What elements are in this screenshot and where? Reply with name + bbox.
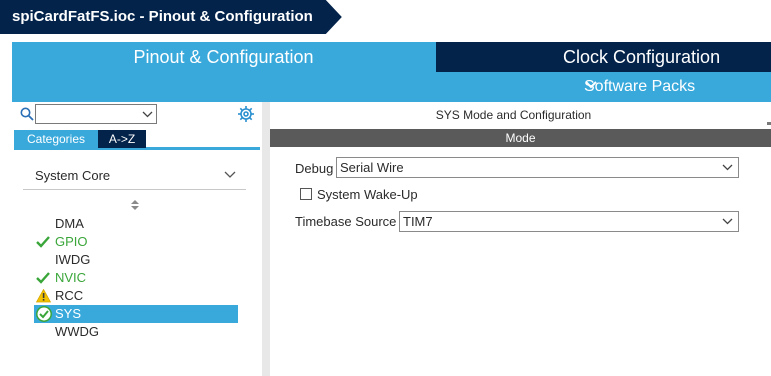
tab-clock-configuration[interactable]: Clock Configuration xyxy=(436,42,771,72)
chevron-down-icon[interactable] xyxy=(142,111,153,118)
debug-select-value: Serial Wire xyxy=(340,160,404,175)
list-item-label: SYS xyxy=(55,306,82,321)
debug-select[interactable]: Serial Wire xyxy=(336,157,739,178)
panel-title: SYS Mode and Configuration xyxy=(435,108,592,122)
list-item-label: WWDG xyxy=(55,324,100,339)
list-item-gpio[interactable]: GPIO xyxy=(34,233,238,251)
breadcrumb-bar: spiCardFatFS.ioc - Pinout & Configuratio… xyxy=(0,0,771,36)
system-wakeup-label: System Wake-Up xyxy=(317,187,418,202)
timebase-source-select[interactable]: TIM7 xyxy=(399,211,739,232)
scrollbar[interactable] xyxy=(767,122,771,125)
list-item-label: GPIO xyxy=(55,234,88,249)
breadcrumb-arrow-icon xyxy=(323,0,342,34)
stm32cubemx-window: spiCardFatFS.ioc - Pinout & Configuratio… xyxy=(0,0,771,376)
list-item-label: DMA xyxy=(55,216,84,231)
list-item-label: RCC xyxy=(55,288,84,303)
checkmark-icon xyxy=(36,272,50,284)
list-item-nvic[interactable]: NVIC xyxy=(34,269,238,287)
chevron-down-icon[interactable] xyxy=(224,171,236,179)
tab-pinout-configuration[interactable]: Pinout & Configuration xyxy=(12,42,435,72)
search-icon xyxy=(20,107,34,121)
tab-a-z[interactable]: A->Z xyxy=(98,130,146,148)
category-dropdown[interactable]: System Core xyxy=(23,162,246,190)
chevron-down-icon xyxy=(722,164,733,171)
mode-section-header[interactable]: Mode xyxy=(270,129,771,147)
list-item-sys[interactable]: SYS xyxy=(34,305,238,323)
system-wakeup-checkbox[interactable] xyxy=(300,188,312,200)
software-packs-menu[interactable]: Software Packs xyxy=(436,72,771,102)
breadcrumb[interactable]: spiCardFatFS.ioc - Pinout & Configuratio… xyxy=(0,0,325,34)
list-item-dma[interactable]: DMA xyxy=(34,215,238,233)
chevron-down-icon xyxy=(722,218,733,225)
list-item-label: NVIC xyxy=(55,270,87,285)
list-item-iwdg[interactable]: IWDG xyxy=(34,251,238,269)
debug-label: Debug xyxy=(295,161,334,176)
checkmark-icon xyxy=(36,236,50,248)
tab-categories[interactable]: Categories xyxy=(14,130,98,148)
timebase-source-label: Timebase Source xyxy=(295,214,397,229)
warning-icon xyxy=(36,289,51,303)
list-item-label: IWDG xyxy=(55,252,91,267)
search-input[interactable] xyxy=(35,104,157,124)
list-item-wwdg[interactable]: WWDG xyxy=(34,323,238,341)
gear-icon[interactable] xyxy=(237,105,255,123)
panel-splitter[interactable] xyxy=(262,102,270,376)
list-item-rcc[interactable]: RCC xyxy=(34,287,238,305)
timebase-source-value: TIM7 xyxy=(403,214,433,229)
check-circle-icon xyxy=(36,306,52,322)
sort-icon[interactable] xyxy=(130,199,140,211)
